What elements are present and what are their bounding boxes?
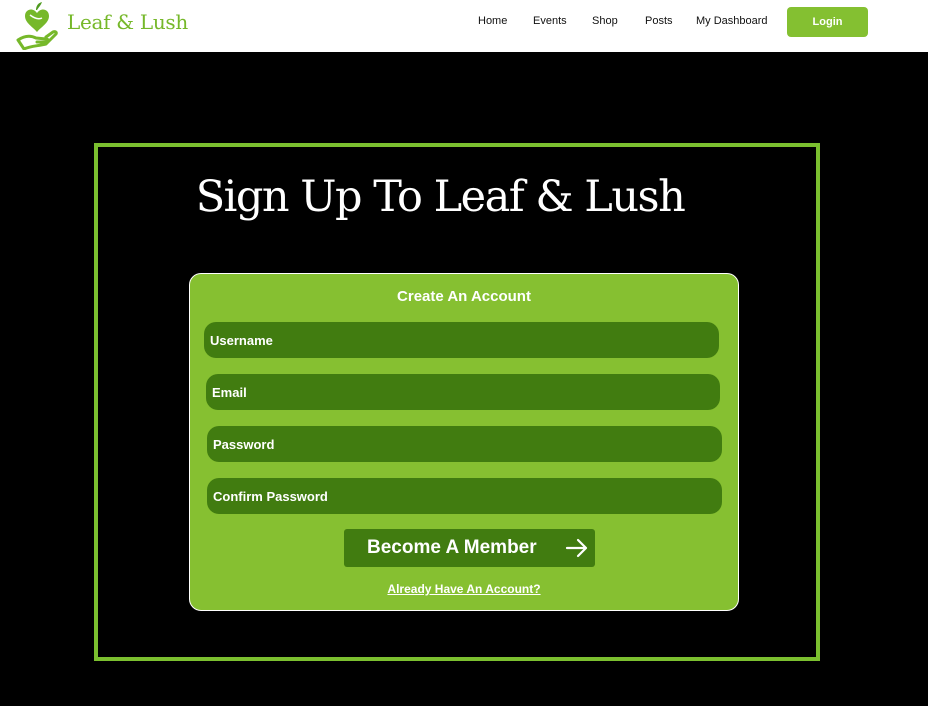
nav-shop[interactable]: Shop bbox=[592, 15, 618, 27]
site-header: Leaf & Lush Home Events Shop Posts My Da… bbox=[0, 0, 928, 52]
nav-my-dashboard[interactable]: My Dashboard bbox=[696, 15, 768, 27]
signup-card: Create An Account Username Email Passwor… bbox=[189, 273, 739, 611]
username-field[interactable]: Username bbox=[204, 322, 719, 358]
password-field[interactable]: Password bbox=[207, 426, 722, 462]
nav-posts[interactable]: Posts bbox=[645, 15, 673, 27]
arrow-right-icon bbox=[565, 538, 588, 558]
nav-home[interactable]: Home bbox=[478, 15, 507, 27]
brand-name[interactable]: Leaf & Lush bbox=[67, 10, 188, 34]
card-title: Create An Account bbox=[397, 288, 531, 305]
email-field[interactable]: Email bbox=[206, 374, 720, 410]
login-button[interactable]: Login bbox=[787, 7, 868, 37]
become-member-button[interactable]: Become A Member bbox=[344, 529, 595, 567]
leaf-heart-hand-icon[interactable] bbox=[16, 2, 58, 50]
page-title: Sign Up To Leaf & Lush bbox=[195, 172, 686, 222]
already-have-account-link[interactable]: Already Have An Account? bbox=[190, 582, 738, 596]
nav-events[interactable]: Events bbox=[533, 15, 567, 27]
become-member-label: Become A Member bbox=[367, 537, 537, 558]
confirm-password-field[interactable]: Confirm Password bbox=[207, 478, 722, 514]
